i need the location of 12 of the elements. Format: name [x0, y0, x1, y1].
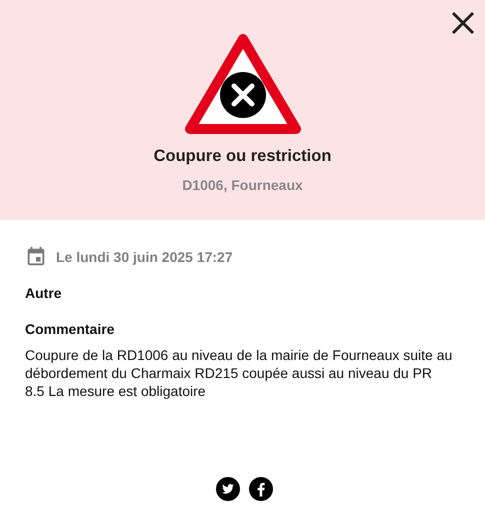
twitter-icon[interactable] [216, 477, 240, 501]
comment-heading: Commentaire [25, 321, 116, 337]
event-category: Autre [25, 285, 63, 301]
calendar-icon [25, 246, 47, 268]
close-button[interactable] [450, 10, 476, 36]
event-title: Coupure ou restriction [152, 147, 332, 166]
warning-sign-icon [184, 33, 302, 137]
close-icon [450, 10, 476, 36]
comment-text: Coupure de la RD1006 au niveau de la mairie de Fourneaux suite au débordement du Charmaix RD215 coupée aussi au niveau du PR 8.5 La mesure est obligatoire [25, 346, 454, 400]
event-date: Le lundi 30 juin 2025 17:27 [56, 249, 233, 265]
facebook-icon[interactable] [248, 477, 272, 501]
event-location: D1006, Fourneaux [181, 177, 304, 193]
